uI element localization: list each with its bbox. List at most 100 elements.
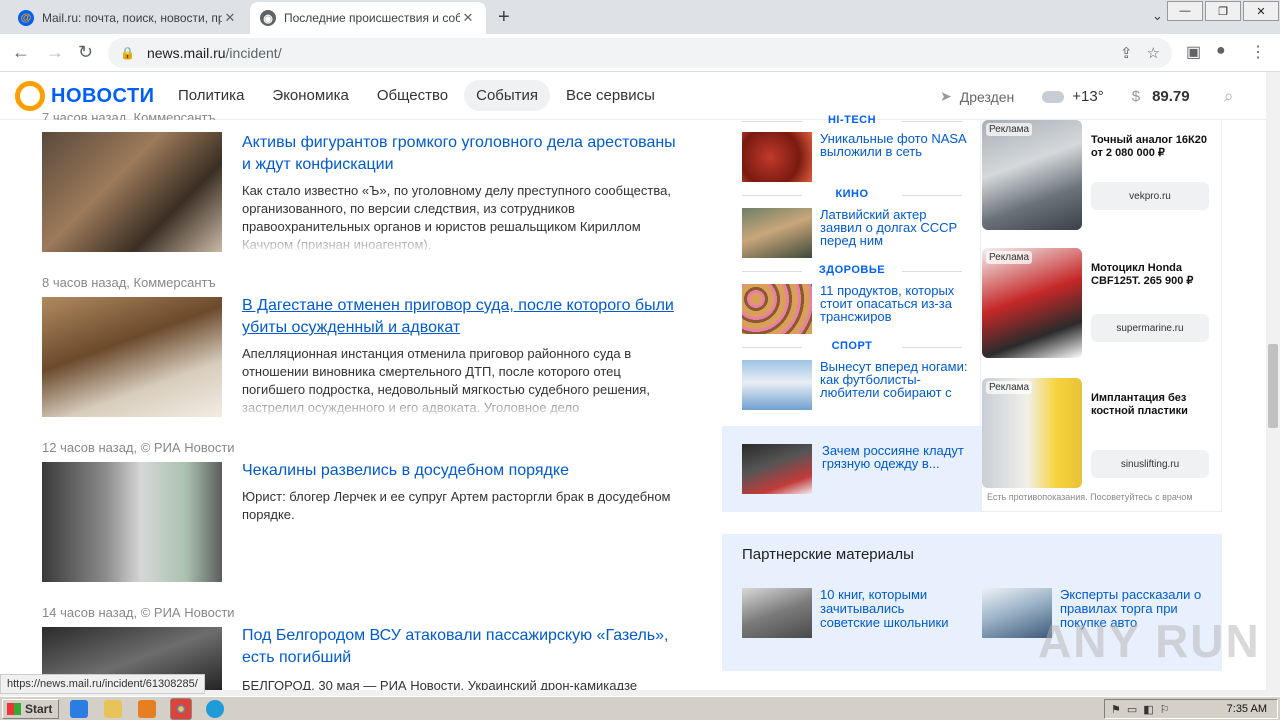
logo-text: НОВОСТИ (51, 84, 155, 107)
tab-title: Mail.ru: почта, поиск, новости, пр (42, 11, 222, 25)
news-title[interactable]: Активы фигурантов громкого уголовного де… (242, 132, 682, 176)
system-tray: ⚑▭◧⚐ 7:35 AM (1104, 699, 1278, 719)
ad-item[interactable]: Реклама Мотоцикл Honda CBF125T. 265 900 … (981, 248, 1223, 363)
edge-icon[interactable] (206, 700, 224, 718)
rubric-item[interactable]: 11 продуктов, которых стоит опасаться из… (742, 284, 972, 336)
ad-button[interactable]: supermarine.ru (1091, 314, 1209, 342)
news-thumbnail[interactable] (42, 462, 222, 582)
promo-block[interactable]: Зачем россияне кладут грязную одежду в..… (722, 426, 982, 512)
partner-item[interactable]: 10 книг, которыми зачитывались советские… (742, 588, 962, 648)
minimize-icon[interactable]: — (1167, 1, 1203, 21)
ad-image[interactable]: Реклама (982, 248, 1082, 358)
ad-image[interactable]: Реклама (982, 120, 1082, 230)
tab-close-icon[interactable]: ✕ (222, 10, 238, 26)
usd-rate[interactable]: 89.79 (1152, 88, 1190, 105)
mail-favicon-icon: @ (18, 10, 34, 26)
start-button[interactable]: Start (2, 698, 60, 719)
rubric-text[interactable]: Уникальные фото NASA выложили в сеть (820, 132, 970, 158)
close-window-icon[interactable]: ✕ (1243, 1, 1279, 21)
news-thumbnail[interactable] (42, 297, 222, 417)
status-url: https://news.mail.ru/incident/61308285/ (0, 674, 205, 694)
rubric-heading[interactable]: HI-TECH (742, 114, 962, 126)
tab-search-chevron-icon[interactable]: ⌄ (1152, 8, 1163, 24)
nav-events[interactable]: События (464, 80, 551, 111)
currency-symbol: $ (1131, 88, 1141, 105)
tab-title: Последние происшествия и событ (284, 11, 460, 25)
rubric-text[interactable]: Латвийский актер заявил о долгах СССР пе… (820, 208, 970, 247)
rubric-text[interactable]: Вынесут вперед ногами: как футболисты-лю… (820, 360, 970, 399)
nav-society[interactable]: Общество (365, 80, 460, 111)
temperature[interactable]: +13° (1072, 88, 1103, 105)
back-icon[interactable]: ← (12, 42, 30, 63)
news-meta: 8 часов назад, Коммерсантъ (42, 275, 216, 290)
ad-label: Реклама (986, 381, 1033, 394)
news-thumbnail[interactable] (42, 132, 222, 252)
location-arrow-icon: ➤ (940, 88, 952, 104)
rubric-item[interactable]: Латвийский актер заявил о долгах СССР пе… (742, 208, 972, 260)
vertical-scrollbar[interactable] (1266, 72, 1280, 690)
text-fade (242, 234, 682, 252)
rubric-thumbnail[interactable] (742, 360, 812, 410)
reload-icon[interactable]: ↻ (78, 42, 93, 63)
windows-taskbar: Start ⚑▭◧⚐ 7:35 AM (0, 696, 1280, 720)
promo-text[interactable]: Зачем россияне кладут грязную одежду в..… (822, 444, 972, 470)
rubric-text[interactable]: 11 продуктов, которых стоит опасаться из… (820, 284, 970, 323)
site-logo[interactable]: НОВОСТИ (15, 81, 155, 111)
tab-close-icon[interactable]: ✕ (460, 10, 476, 26)
tab-incident[interactable]: ◉ Последние происшествия и событ ✕ (250, 2, 486, 34)
city-name[interactable]: Дрезден (960, 89, 1015, 105)
ad-button[interactable]: vekpro.ru (1091, 182, 1209, 210)
partner-text[interactable]: 10 книг, которыми зачитывались советские… (820, 588, 962, 630)
media-player-icon[interactable] (138, 700, 156, 718)
profile-icon[interactable]: ● (1216, 42, 1226, 60)
nav-economy[interactable]: Экономика (260, 80, 360, 111)
nav-all-services[interactable]: Все сервисы (554, 80, 667, 111)
search-icon[interactable]: ⌕ (1224, 86, 1234, 107)
text-fade (242, 399, 682, 417)
ie-icon[interactable] (70, 700, 88, 718)
ad-image[interactable]: Реклама (982, 378, 1082, 488)
cloud-icon (1042, 90, 1065, 103)
at-logo-icon (15, 81, 45, 111)
chrome-icon[interactable] (170, 698, 192, 720)
ad-item[interactable]: Реклама Точный аналог 16К20 от 2 080 000… (981, 120, 1223, 235)
news-title[interactable]: Под Белгородом ВСУ атаковали пассажирску… (242, 625, 682, 669)
address-bar[interactable]: 🔒 news.mail.ru/incident/ ⇪ ☆ (108, 38, 1172, 68)
ad-label: Реклама (986, 251, 1033, 264)
ad-button[interactable]: sinuslifting.ru (1091, 450, 1209, 478)
restore-icon[interactable]: ❐ (1205, 1, 1241, 21)
browser-toolbar: ← → ↻ 🔒 news.mail.ru/incident/ ⇪ ☆ ▣ ● ⋮ (0, 34, 1280, 72)
bookmark-star-icon[interactable]: ☆ (1147, 44, 1160, 62)
url-host: news.mail.ru (146, 45, 226, 61)
rubric-thumbnail[interactable] (742, 284, 812, 334)
news-title[interactable]: Чекалины развелись в досудебном порядке (242, 460, 682, 482)
scrollbar-thumb[interactable] (1268, 344, 1278, 428)
rubric-item[interactable]: Уникальные фото NASA выложили в сеть (742, 132, 972, 184)
browser-tabbar: @ Mail.ru: почта, поиск, новости, пр ✕ ◉… (0, 0, 1280, 34)
ad-title[interactable]: Имплантация без костной пластики (1091, 392, 1217, 418)
news-meta: 7 часов назад, Коммерсантъ (42, 110, 216, 120)
new-tab-icon[interactable]: + (498, 6, 510, 29)
rubric-heading[interactable]: СПОРТ (742, 340, 962, 352)
rubric-heading[interactable]: КИНО (742, 188, 962, 200)
ad-title[interactable]: Мотоцикл Honda CBF125T. 265 900 ₽ (1091, 262, 1217, 288)
promo-thumbnail[interactable] (742, 444, 812, 494)
ad-item[interactable]: Реклама Имплантация без костной пластики… (981, 378, 1223, 493)
rubric-thumbnail[interactable] (742, 132, 812, 182)
menu-kebab-icon[interactable]: ⋮ (1250, 42, 1266, 62)
rubric-heading[interactable]: ЗДОРОВЬЕ (742, 264, 962, 276)
folder-icon[interactable] (104, 700, 122, 718)
forward-icon[interactable]: → (46, 42, 64, 63)
rubric-item[interactable]: Вынесут вперед ногами: как футболисты-лю… (742, 360, 972, 412)
lock-icon[interactable]: 🔒 (120, 46, 135, 60)
sidepanel-icon[interactable]: ▣ (1186, 42, 1201, 62)
news-title[interactable]: В Дагестане отменен приговор суда, после… (242, 295, 682, 339)
rubric-thumbnail[interactable] (742, 208, 812, 258)
tab-mail[interactable]: @ Mail.ru: почта, поиск, новости, пр ✕ (8, 2, 248, 34)
ad-title[interactable]: Точный аналог 16К20 от 2 080 000 ₽ (1091, 134, 1217, 160)
tray-icons[interactable]: ⚑▭◧⚐ (1111, 703, 1176, 716)
partner-thumbnail[interactable] (742, 588, 812, 638)
share-icon[interactable]: ⇪ (1120, 44, 1133, 62)
clock[interactable]: 7:35 AM (1227, 703, 1267, 715)
nav-politics[interactable]: Политика (166, 80, 256, 111)
